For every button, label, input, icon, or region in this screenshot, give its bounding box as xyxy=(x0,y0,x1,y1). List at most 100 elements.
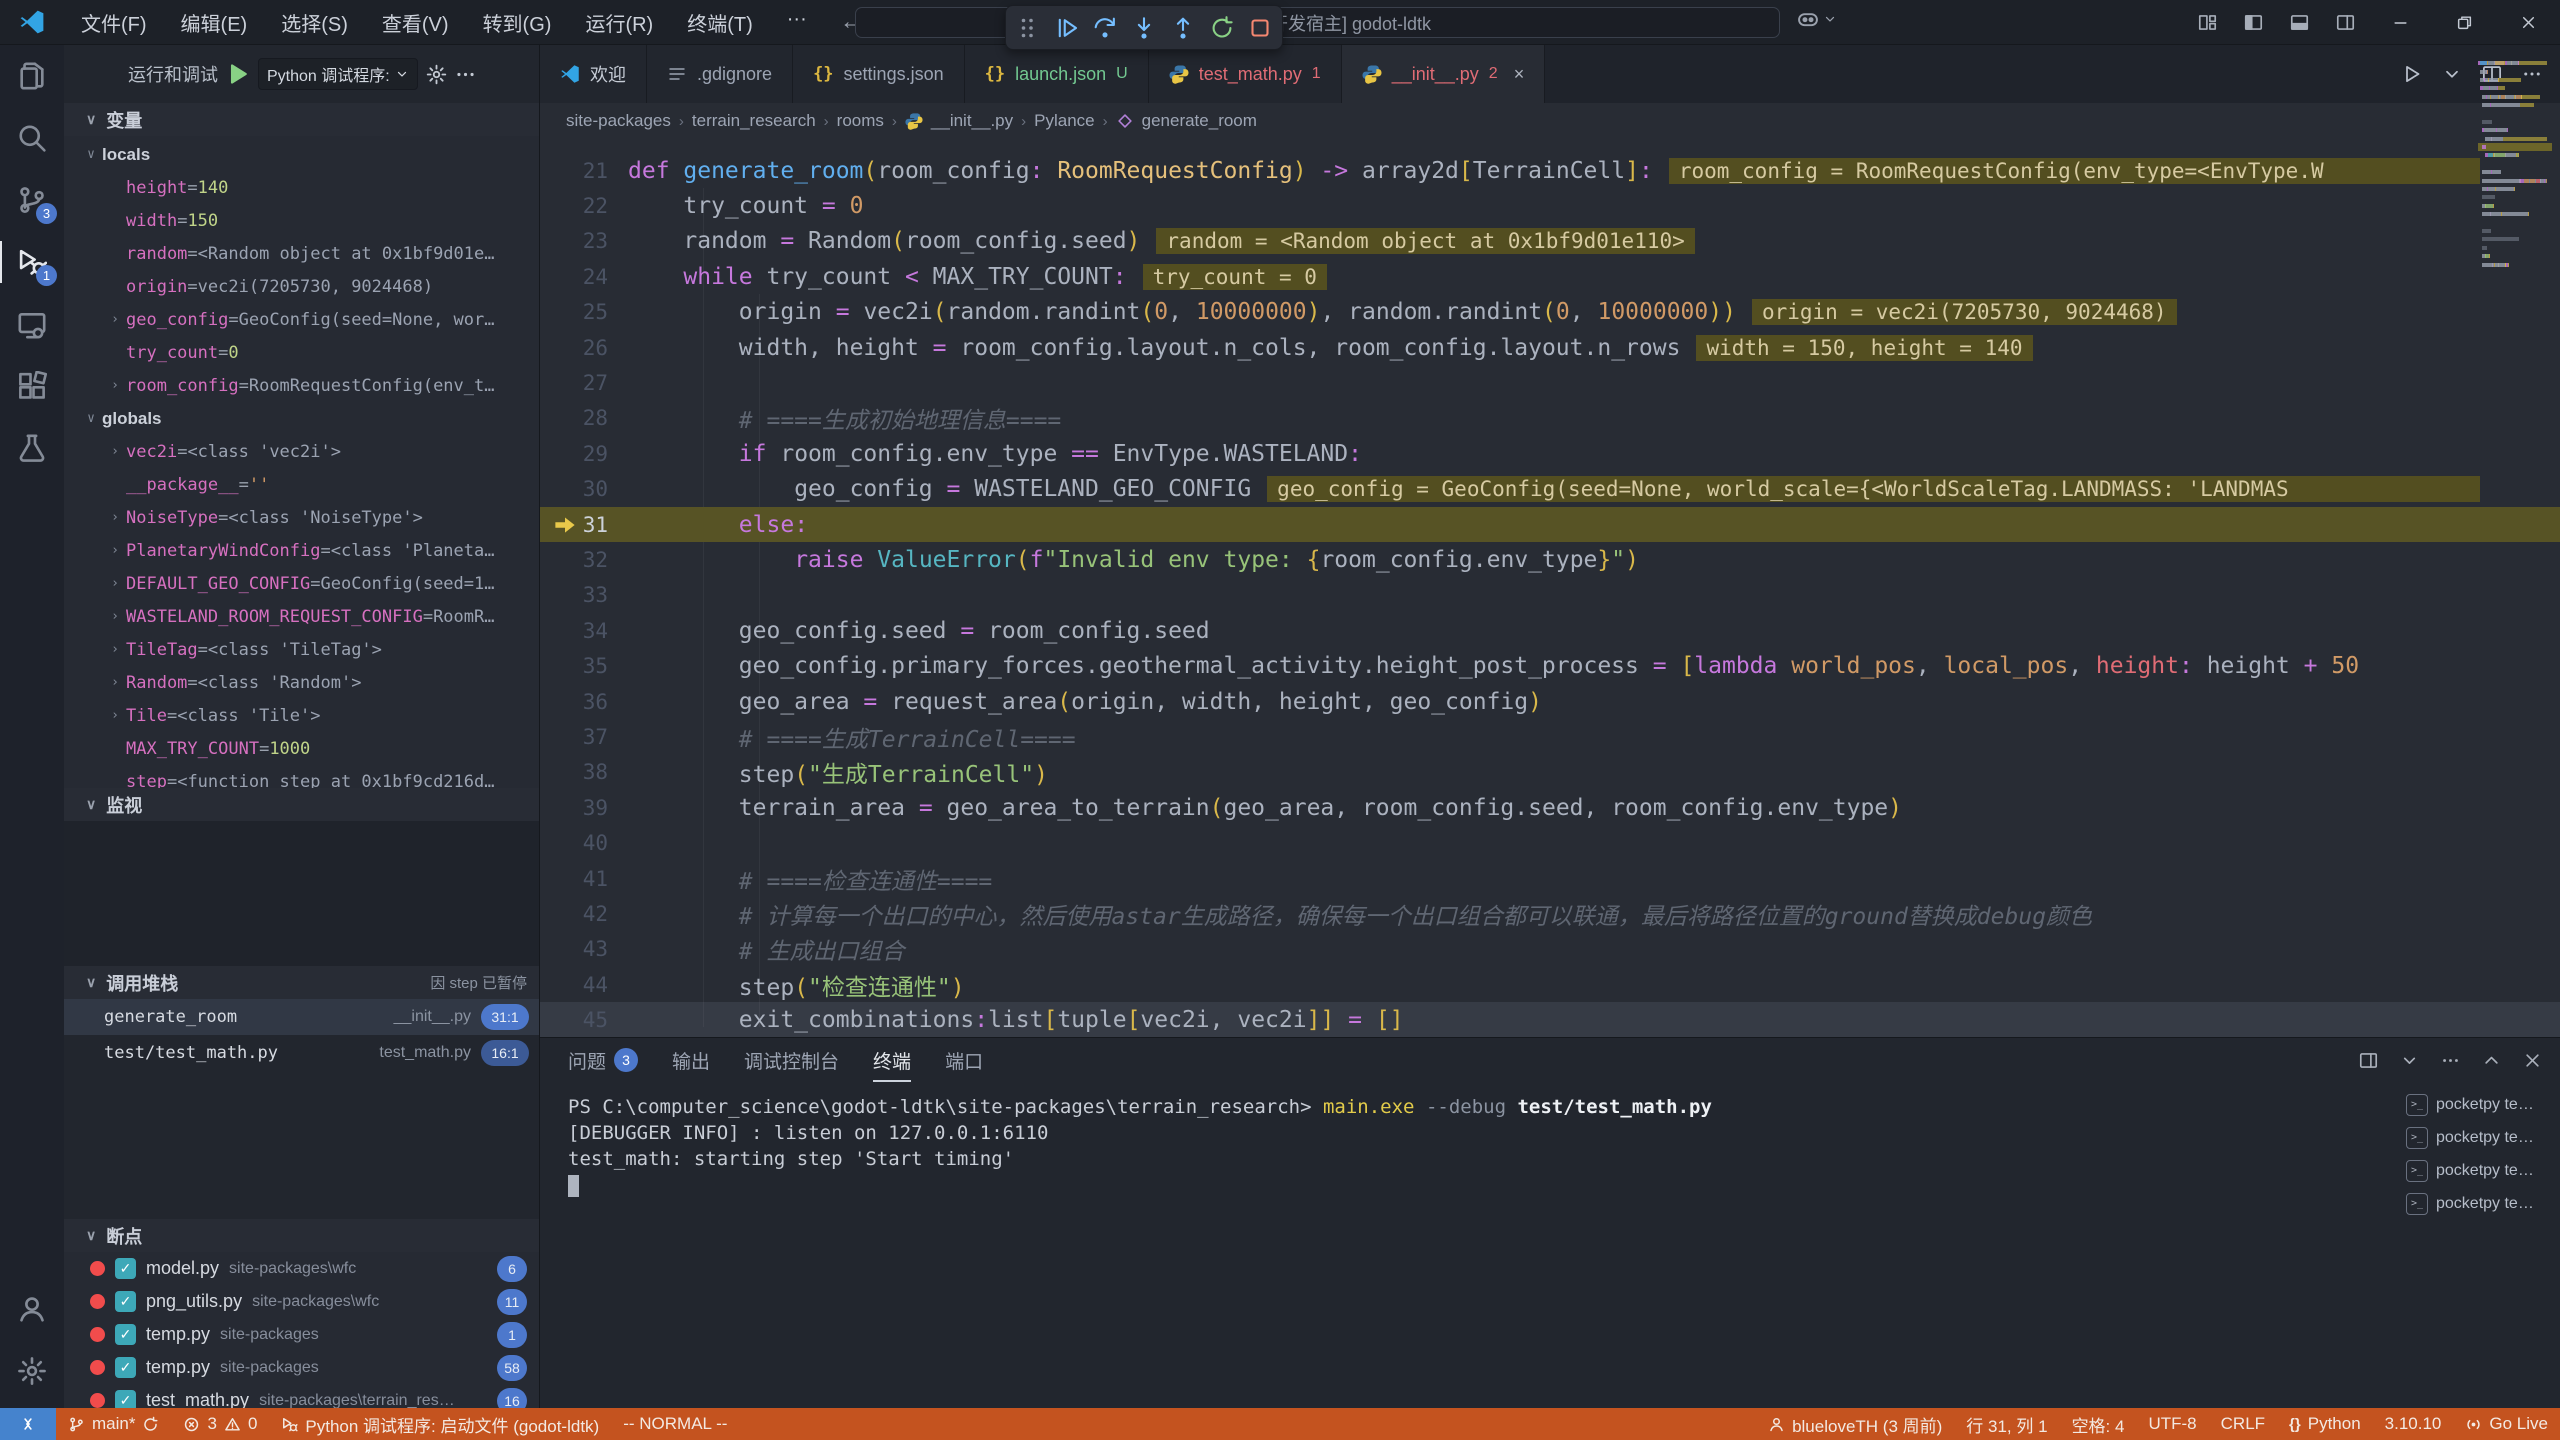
breakpoint-row[interactable]: ✓test_math.pysite-packages\terrain_res…1… xyxy=(64,1384,539,1408)
terminal-instance-item[interactable]: >_pocketpy te… xyxy=(2406,1088,2554,1121)
status-go-live[interactable]: Go Live xyxy=(2453,1408,2560,1440)
terminal-instance-item[interactable]: >_pocketpy te… xyxy=(2406,1121,2554,1154)
code-editor[interactable]: 21def generate_room(room_config: RoomReq… xyxy=(540,139,2560,1037)
activity-remote-explorer[interactable] xyxy=(0,293,64,355)
breadcrumb-item[interactable]: __init__.py xyxy=(931,111,1013,131)
panel-tab-终端[interactable]: 终端 xyxy=(873,1038,911,1082)
terminal-layout-button[interactable] xyxy=(2359,1051,2378,1070)
breakpoints-section-header[interactable]: ∨断点 xyxy=(64,1219,539,1252)
breadcrumb-item[interactable]: generate_room xyxy=(1142,111,1257,131)
variable-row[interactable]: ›PlanetaryWindConfig = <class 'Planeta… xyxy=(64,534,539,567)
variable-row[interactable]: ›NoiseType = <class 'NoiseType'> xyxy=(64,501,539,534)
panel-tab-问题[interactable]: 问题3 xyxy=(568,1038,638,1082)
status-indentation[interactable]: 空格: 4 xyxy=(2060,1408,2137,1440)
breadcrumb-item[interactable]: terrain_research xyxy=(692,111,816,131)
activity-account[interactable] xyxy=(0,1278,64,1340)
step-into-button[interactable] xyxy=(1127,11,1161,45)
status-cursor-position[interactable]: 行 31, 列 1 xyxy=(1954,1408,2059,1440)
variable-row[interactable]: try_count = 0 xyxy=(64,336,539,369)
variable-row[interactable]: ›room_config = RoomRequestConfig(env_t… xyxy=(64,369,539,402)
toggle-secondary-sidebar-button[interactable] xyxy=(2322,13,2368,32)
variable-row[interactable]: MAX_TRY_COUNT = 1000 xyxy=(64,732,539,765)
toggle-panel-button[interactable] xyxy=(2276,13,2322,32)
variables-section-header[interactable]: ∨变量 xyxy=(64,103,539,136)
activity-settings-gear[interactable] xyxy=(0,1340,64,1402)
restore-button[interactable] xyxy=(2432,0,2496,45)
close-window-button[interactable] xyxy=(2496,0,2560,45)
breakpoint-checkbox[interactable]: ✓ xyxy=(115,1357,136,1378)
code-line[interactable]: 43# 生成出口组合 xyxy=(540,932,2560,967)
variable-group[interactable]: ∨globals xyxy=(64,402,539,435)
debug-settings-gear-icon[interactable] xyxy=(426,64,447,85)
debug-config-select[interactable]: Python 调试程序: 启 xyxy=(258,58,418,90)
menu-item-终端T[interactable]: 终端(T) xyxy=(670,8,770,37)
code-line[interactable]: 39terrain_area = geo_area_to_terrain(geo… xyxy=(540,790,2560,825)
activity-search[interactable] xyxy=(0,107,64,169)
variable-row[interactable]: width = 150 xyxy=(64,204,539,237)
code-line[interactable]: 26width, height = room_config.layout.n_c… xyxy=(540,330,2560,365)
code-line[interactable]: 44step("检查连通性") xyxy=(540,967,2560,1002)
breadcrumb-item[interactable]: site-packages xyxy=(566,111,671,131)
activity-source-control[interactable]: 3 xyxy=(0,169,64,231)
tab-settingsjson[interactable]: {}settings.json xyxy=(793,45,965,103)
code-line[interactable]: 41# ====检查连通性==== xyxy=(540,861,2560,896)
variable-row[interactable]: ›geo_config = GeoConfig(seed=None, wor… xyxy=(64,303,539,336)
tab-test_mathpy[interactable]: test_math.py1 xyxy=(1149,45,1342,103)
tab-[interactable]: 欢迎 xyxy=(540,45,647,103)
status-vim-mode[interactable]: -- NORMAL -- xyxy=(611,1408,739,1440)
restart-button[interactable] xyxy=(1205,11,1239,45)
breakpoint-row[interactable]: ✓png_utils.pysite-packages\wfc11 xyxy=(64,1285,539,1318)
code-line[interactable]: 42# 计算每一个出口的中心，然后使用astar生成路径，确保每一个出口组合都可… xyxy=(540,896,2560,931)
breadcrumb-item[interactable]: Pylance xyxy=(1034,111,1094,131)
more-actions-icon[interactable] xyxy=(455,64,476,85)
watch-section-header[interactable]: ∨监视 xyxy=(64,788,539,821)
code-line[interactable]: 28# ====生成初始地理信息==== xyxy=(540,401,2560,436)
code-line[interactable]: 45exit_combinations:list[tuple[vec2i, ve… xyxy=(540,1002,2560,1037)
variable-row[interactable]: origin = vec2i(7205730, 9024468) xyxy=(64,270,539,303)
menu-item-编辑E[interactable]: 编辑(E) xyxy=(164,8,265,37)
code-line[interactable]: 27 xyxy=(540,365,2560,400)
status-eol[interactable]: CRLF xyxy=(2209,1408,2277,1440)
menu-item-···[interactable]: ··· xyxy=(770,8,824,37)
status-git-branch[interactable]: main* xyxy=(56,1408,171,1440)
tab-__init__py[interactable]: __init__.py2× xyxy=(1342,45,1546,103)
call-stack-frame[interactable]: test/test_math.pytest_math.py16:1 xyxy=(64,1035,539,1071)
stop-button[interactable] xyxy=(1243,11,1277,45)
code-line[interactable]: 22try_count = 0 xyxy=(540,188,2560,223)
code-line[interactable]: 37# ====生成TerrainCell==== xyxy=(540,719,2560,754)
activity-files[interactable] xyxy=(0,45,64,107)
code-line[interactable]: 33 xyxy=(540,578,2560,613)
continue-button[interactable] xyxy=(1050,11,1084,45)
breakpoint-checkbox[interactable]: ✓ xyxy=(115,1291,136,1312)
activity-testing[interactable] xyxy=(0,417,64,479)
code-line[interactable]: 24while try_count < MAX_TRY_COUNT:try_co… xyxy=(540,259,2560,294)
status-python-version[interactable]: 3.10.10 xyxy=(2373,1408,2454,1440)
breakpoint-checkbox[interactable]: ✓ xyxy=(115,1258,136,1279)
status-remote[interactable] xyxy=(0,1408,56,1440)
step-over-button[interactable] xyxy=(1088,11,1122,45)
menu-item-查看V[interactable]: 查看(V) xyxy=(365,8,466,37)
breakpoint-checkbox[interactable]: ✓ xyxy=(115,1324,136,1345)
code-line[interactable]: 25origin = vec2i(random.randint(0, 10000… xyxy=(540,295,2560,330)
status-language-mode[interactable]: {}Python xyxy=(2277,1408,2373,1440)
menu-item-文件F[interactable]: 文件(F) xyxy=(64,8,164,37)
code-line[interactable]: 40 xyxy=(540,825,2560,860)
code-line[interactable]: 29if room_config.env_type == EnvType.WAS… xyxy=(540,436,2560,471)
breakpoint-row[interactable]: ✓temp.pysite-packages1 xyxy=(64,1318,539,1351)
panel-tab-端口[interactable]: 端口 xyxy=(945,1038,983,1082)
minimize-button[interactable] xyxy=(2368,0,2432,45)
command-center-search[interactable]: [扩展开发宿主] godot-ldtk xyxy=(855,7,1780,38)
run-button[interactable] xyxy=(2402,64,2422,84)
call-stack-frame[interactable]: generate_room__init__.py31:1 xyxy=(64,999,539,1035)
code-line[interactable]: 35geo_config.primary_forces.geothermal_a… xyxy=(540,648,2560,683)
activity-extensions[interactable] xyxy=(0,355,64,417)
more-button[interactable] xyxy=(2441,1051,2460,1070)
step-out-button[interactable] xyxy=(1166,11,1200,45)
code-line[interactable]: 36geo_area = request_area(origin, width,… xyxy=(540,684,2560,719)
variable-row[interactable]: __package__ = '' xyxy=(64,468,539,501)
code-line[interactable]: 31else: xyxy=(540,507,2560,542)
activity-debug[interactable]: 1 xyxy=(0,231,64,293)
variable-row[interactable]: ›Random = <class 'Random'> xyxy=(64,666,539,699)
variable-row[interactable]: step = <function step at 0x1bf9cd216d… xyxy=(64,765,539,788)
copilot-button[interactable] xyxy=(1797,8,1837,30)
